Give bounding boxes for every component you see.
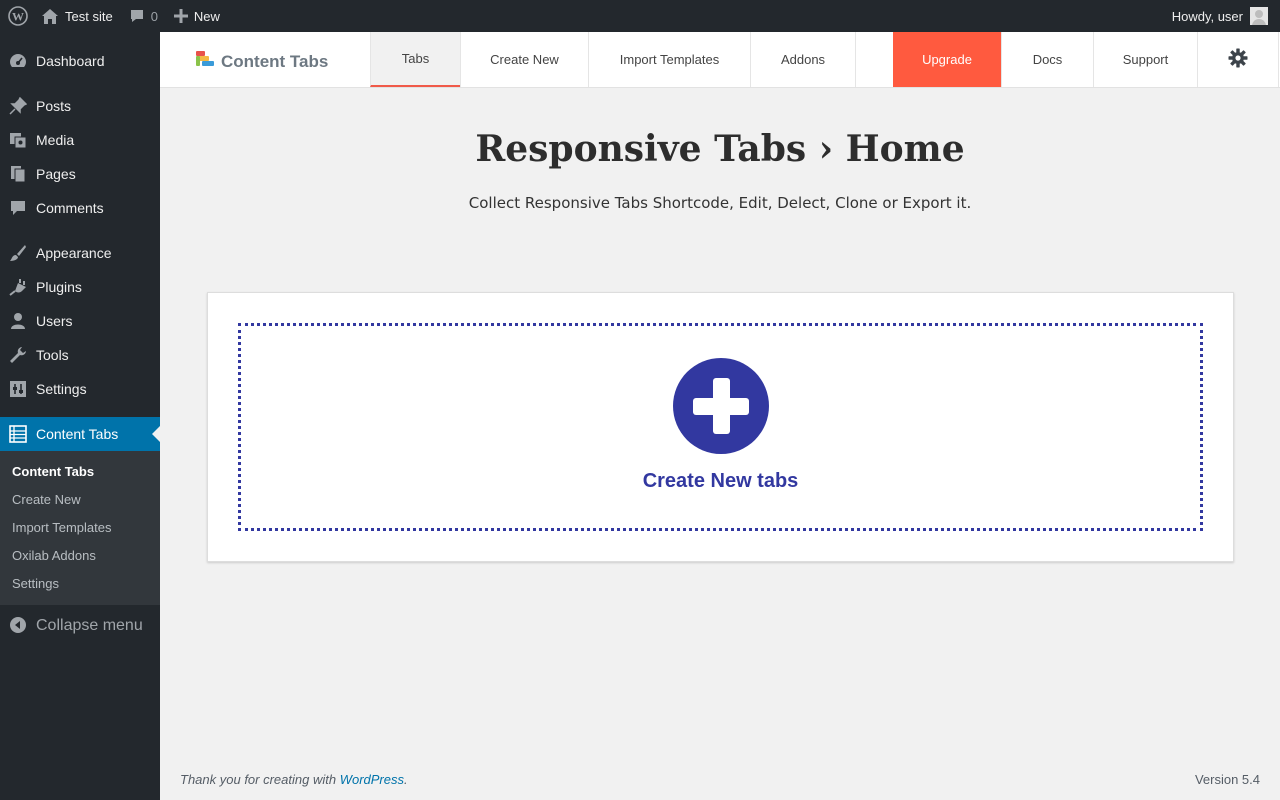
content-tabs-submenu: Content Tabs Create New Import Templates…: [0, 451, 160, 605]
brand-name: Content Tabs: [221, 51, 329, 71]
content-tabs-logo-icon: [195, 50, 217, 73]
pages-icon: [8, 164, 28, 184]
tab-docs[interactable]: Docs: [1001, 32, 1093, 87]
sidebar-item-posts[interactable]: Posts: [0, 89, 160, 123]
sidebar-item-appearance[interactable]: Appearance: [0, 236, 160, 270]
wordpress-logo-icon[interactable]: W: [0, 0, 36, 32]
create-plus-icon[interactable]: [672, 358, 769, 454]
media-icon: [8, 130, 28, 150]
tab-spacer: [855, 32, 893, 87]
create-card: Create New tabs: [207, 292, 1234, 562]
plugin-icon: [8, 277, 28, 297]
submenu-item-create-new[interactable]: Create New: [12, 492, 81, 507]
wordpress-link[interactable]: WordPress: [340, 772, 404, 787]
sidebar-item-users[interactable]: Users: [0, 304, 160, 338]
submenu-item-settings[interactable]: Settings: [12, 576, 59, 591]
admin-sidebar: Dashboard Posts Media Pages Comments App…: [0, 32, 160, 800]
gear-icon: [1228, 48, 1248, 71]
admin-bar: W Test site 0 New Howdy, user: [0, 0, 1280, 32]
footer-thanks: Thank you for creating with WordPress.: [180, 772, 408, 787]
create-new-tabs-label[interactable]: Create New tabs: [643, 470, 799, 493]
tab-addons[interactable]: Addons: [750, 32, 855, 87]
pin-icon: [8, 96, 28, 116]
tab-create-new[interactable]: Create New: [460, 32, 588, 87]
howdy-text: Howdy, user: [1171, 8, 1243, 24]
sidebar-item-media[interactable]: Media: [0, 123, 160, 157]
list-icon: [8, 424, 28, 444]
footer-version: Version 5.4: [1194, 772, 1260, 787]
comment-bubble-icon: [129, 8, 145, 24]
sidebar-item-plugins[interactable]: Plugins: [0, 270, 160, 304]
plus-icon: [173, 9, 188, 23]
sidebar-item-pages[interactable]: Pages: [0, 157, 160, 191]
tab-support[interactable]: Support: [1093, 32, 1197, 87]
submenu-item-content-tabs[interactable]: Content Tabs: [12, 464, 94, 479]
sidebar-item-comments[interactable]: Comments: [0, 191, 160, 225]
comment-icon: [8, 198, 28, 218]
sidebar-item-content-tabs[interactable]: Content Tabs: [0, 417, 160, 451]
tab-upgrade[interactable]: Upgrade: [893, 32, 1001, 87]
new-label: New: [193, 8, 220, 24]
page-subtitle: Collect Responsive Tabs Shortcode, Edit,…: [468, 194, 972, 212]
sidebar-item-settings[interactable]: Settings: [0, 372, 160, 406]
page-title: Responsive Tabs › Home: [475, 128, 965, 170]
submenu-item-oxilab-addons[interactable]: Oxilab Addons: [12, 548, 96, 563]
create-dropzone[interactable]: Create New tabs: [238, 323, 1203, 531]
wrench-icon: [8, 345, 28, 365]
collapse-arrow-icon: [10, 617, 26, 638]
plugin-nav: Content Tabs Tabs Create New Import Temp…: [160, 32, 1280, 88]
collapse-menu-button[interactable]: Collapse menu: [0, 610, 160, 640]
account-menu[interactable]: Howdy, user: [1164, 0, 1280, 32]
settings-icon: [8, 379, 28, 399]
sidebar-item-dashboard[interactable]: Dashboard: [0, 44, 160, 78]
tab-tabs[interactable]: Tabs: [370, 32, 460, 87]
home-icon: [42, 8, 58, 24]
site-link[interactable]: Test site: [36, 0, 121, 32]
brand[interactable]: Content Tabs: [195, 50, 328, 73]
brush-icon: [8, 243, 28, 263]
submenu-item-import-templates[interactable]: Import Templates: [12, 520, 111, 535]
tab-import-templates[interactable]: Import Templates: [588, 32, 750, 87]
dashboard-icon: [8, 51, 28, 71]
comments-link[interactable]: 0: [121, 0, 166, 32]
avatar: [1250, 7, 1268, 25]
settings-gear-button[interactable]: [1197, 32, 1279, 87]
site-name: Test site: [65, 8, 113, 24]
comments-count: 0: [150, 8, 158, 24]
new-content-button[interactable]: New: [166, 0, 228, 32]
sidebar-item-tools[interactable]: Tools: [0, 338, 160, 372]
svg-text:W: W: [12, 10, 24, 24]
user-icon: [8, 311, 28, 331]
